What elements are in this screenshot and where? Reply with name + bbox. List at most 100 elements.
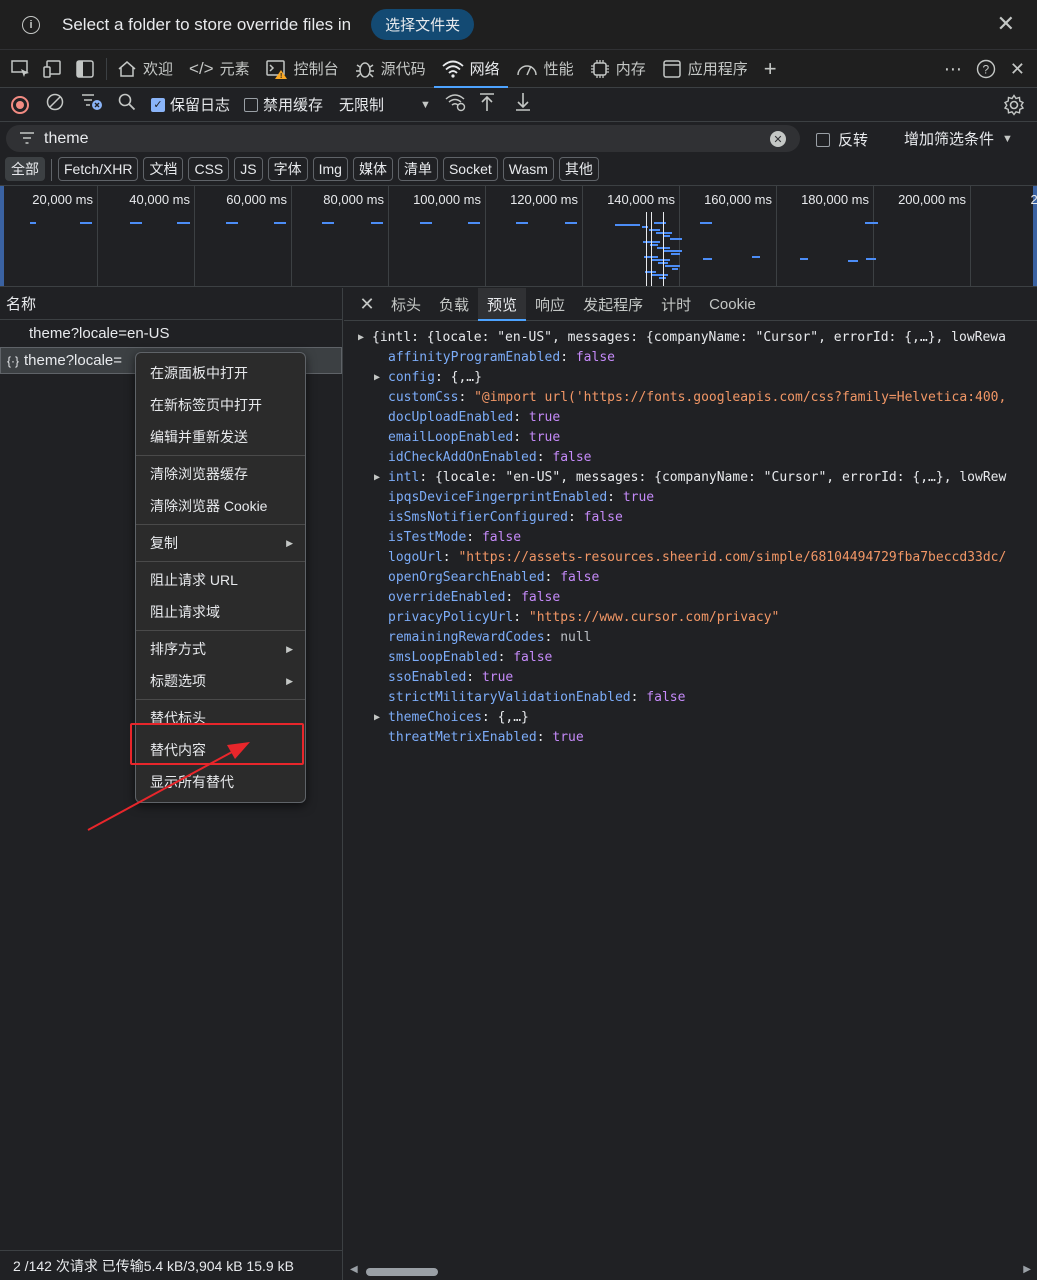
timeline-request-bar <box>420 222 432 224</box>
throttling-select[interactable]: 无限制 ▼ <box>339 94 431 115</box>
tab-timing[interactable]: 计时 <box>652 288 700 321</box>
tab-performance[interactable]: 性能 <box>508 50 582 88</box>
json-property-line: ipqsDeviceFingerprintEnabled: true <box>388 490 655 505</box>
clear-filter-icon[interactable]: ✕ <box>770 131 786 147</box>
menu-item-label: 排序方式 <box>150 641 206 657</box>
dock-icon[interactable] <box>74 58 96 80</box>
filter-input[interactable]: theme ✕ <box>6 125 800 152</box>
json-property-line[interactable]: ▶ config: {,…} <box>344 368 1006 388</box>
json-property-line: threatMetrixEnabled: true <box>388 730 584 745</box>
timeline-request-bar <box>322 222 334 224</box>
scroll-right-icon[interactable]: ▶ <box>1023 1264 1031 1275</box>
tab-sources[interactable]: 源代码 <box>347 50 434 88</box>
tab-preview[interactable]: 预览 <box>478 287 527 321</box>
bug-icon <box>355 61 374 78</box>
menu-item[interactable]: 在源面板中打开 <box>136 357 305 389</box>
json-property-line[interactable]: ▶ intl: {locale: "en-US", messages: {comp… <box>344 468 1006 488</box>
menu-item[interactable]: 显示所有替代 <box>136 766 305 798</box>
chip-all[interactable]: 全部 <box>5 157 45 181</box>
name-column-header[interactable]: 名称 <box>0 288 342 320</box>
request-name: theme?locale= <box>24 352 122 369</box>
menu-item[interactable]: 标题选项 ▶ <box>136 665 305 697</box>
tab-memory[interactable]: 内存 <box>582 50 654 88</box>
help-icon[interactable]: ? <box>976 59 996 79</box>
submenu-arrow-icon: ▶ <box>286 643 293 654</box>
more-icon[interactable]: ⋯ <box>944 59 962 80</box>
filter-settings-icon[interactable] <box>81 92 102 117</box>
chip-css[interactable]: CSS <box>188 157 230 181</box>
search-icon[interactable] <box>117 93 137 116</box>
export-har-icon[interactable] <box>513 92 533 117</box>
disable-cache-checkbox[interactable]: 禁用缓存 <box>244 94 323 115</box>
import-har-icon[interactable] <box>477 92 497 117</box>
tab-console[interactable]: ! 控制台 <box>258 50 347 88</box>
menu-item[interactable]: 在新标签页中打开 <box>136 389 305 421</box>
tab-initiator[interactable]: 发起程序 <box>574 288 652 321</box>
horizontal-scrollbar[interactable]: ◀ ▶ <box>344 1262 1037 1280</box>
record-icon[interactable] <box>11 95 29 114</box>
expand-triangle-icon[interactable]: ▶ <box>374 468 380 488</box>
scroll-left-icon[interactable]: ◀ <box>350 1264 358 1275</box>
menu-item-label: 在新标签页中打开 <box>150 397 262 413</box>
more-filters-dropdown[interactable]: 增加筛选条件 ▼ <box>904 128 1013 149</box>
menu-item[interactable]: 阻止请求 URL <box>136 564 305 596</box>
tab-elements[interactable]: </> 元素 <box>181 50 258 88</box>
close-icon[interactable]: ✕ <box>997 13 1015 35</box>
chip-media[interactable]: 媒体 <box>352 157 393 181</box>
preserve-log-checkbox[interactable]: ✓ 保留日志 <box>151 94 230 115</box>
menu-item[interactable]: 清除浏览器缓存 <box>136 458 305 490</box>
checkbox-unchecked-icon <box>816 132 830 147</box>
menu-item-label: 显示所有替代 <box>150 774 234 790</box>
request-row[interactable]: theme?locale=en-US <box>0 320 342 347</box>
menu-item[interactable]: 阻止请求域 <box>136 596 305 628</box>
tab-network[interactable]: 网络 <box>433 50 508 88</box>
json-property-line: isTestMode: false <box>388 530 522 545</box>
chip-wasm[interactable]: Wasm <box>502 157 554 181</box>
invert-label: 反转 <box>838 132 869 149</box>
inspect-icon[interactable] <box>10 58 32 80</box>
chip-font[interactable]: 字体 <box>267 157 308 181</box>
network-overview-timeline[interactable]: 20,000 ms 40,000 ms 60,000 ms 80,000 ms 100,… <box>0 185 1037 287</box>
disable-cache-label: 禁用缓存 <box>263 97 324 114</box>
tab-cookies[interactable]: Cookie <box>700 288 765 321</box>
menu-item[interactable]: 编辑并重新发送 <box>136 421 305 453</box>
chip-other[interactable]: 其他 <box>558 157 599 181</box>
timeline-request-bar <box>665 265 680 267</box>
close-details-icon[interactable]: ✕ <box>352 294 382 315</box>
json-property-line[interactable]: ▶ themeChoices: {,…} <box>344 708 1006 728</box>
chip-doc[interactable]: 文档 <box>143 157 184 181</box>
menu-item[interactable]: 排序方式 ▶ <box>136 633 305 665</box>
tab-response[interactable]: 响应 <box>526 288 574 321</box>
add-tab-button[interactable]: + <box>756 50 785 88</box>
clear-icon[interactable] <box>45 93 65 116</box>
expand-triangle-icon[interactable]: ▶ <box>374 368 380 388</box>
device-toggle-icon[interactable] <box>42 58 64 80</box>
settings-gear-icon[interactable] <box>1003 94 1025 119</box>
json-root-line[interactable]: ▶ {intl: {locale: "en-US", messages: {com… <box>344 328 1006 348</box>
tab-label: 网络 <box>469 61 500 78</box>
timeline-tick-label: 200,000 ms <box>898 192 966 207</box>
expand-triangle-icon[interactable]: ▶ <box>358 328 364 348</box>
timeline-request-bar <box>651 259 670 261</box>
menu-separator <box>136 524 305 525</box>
chip-js[interactable]: JS <box>234 157 263 181</box>
menu-separator <box>136 455 305 456</box>
chip-fetch-xhr[interactable]: Fetch/XHR <box>58 157 139 181</box>
tab-payload[interactable]: 负载 <box>430 288 478 321</box>
chip-manifest[interactable]: 清单 <box>397 157 438 181</box>
network-conditions-icon[interactable] <box>445 92 466 117</box>
tab-welcome[interactable]: 欢迎 <box>109 50 181 88</box>
menu-item[interactable]: 清除浏览器 Cookie <box>136 490 305 522</box>
chip-img[interactable]: Img <box>312 157 348 181</box>
timeline-request-bar <box>654 222 666 224</box>
chip-socket[interactable]: Socket <box>442 157 498 181</box>
menu-item[interactable]: 复制 ▶ <box>136 527 305 559</box>
scrollbar-thumb[interactable] <box>366 1268 438 1276</box>
tab-headers[interactable]: 标头 <box>382 288 430 321</box>
invert-checkbox[interactable]: 反转 <box>816 129 868 150</box>
select-folder-button[interactable]: 选择文件夹 <box>371 9 475 40</box>
expand-triangle-icon[interactable]: ▶ <box>374 708 380 728</box>
tab-application[interactable]: 应用程序 <box>654 50 756 88</box>
close-devtools-icon[interactable]: ✕ <box>1010 59 1025 80</box>
menu-item-label: 清除浏览器缓存 <box>150 466 248 482</box>
